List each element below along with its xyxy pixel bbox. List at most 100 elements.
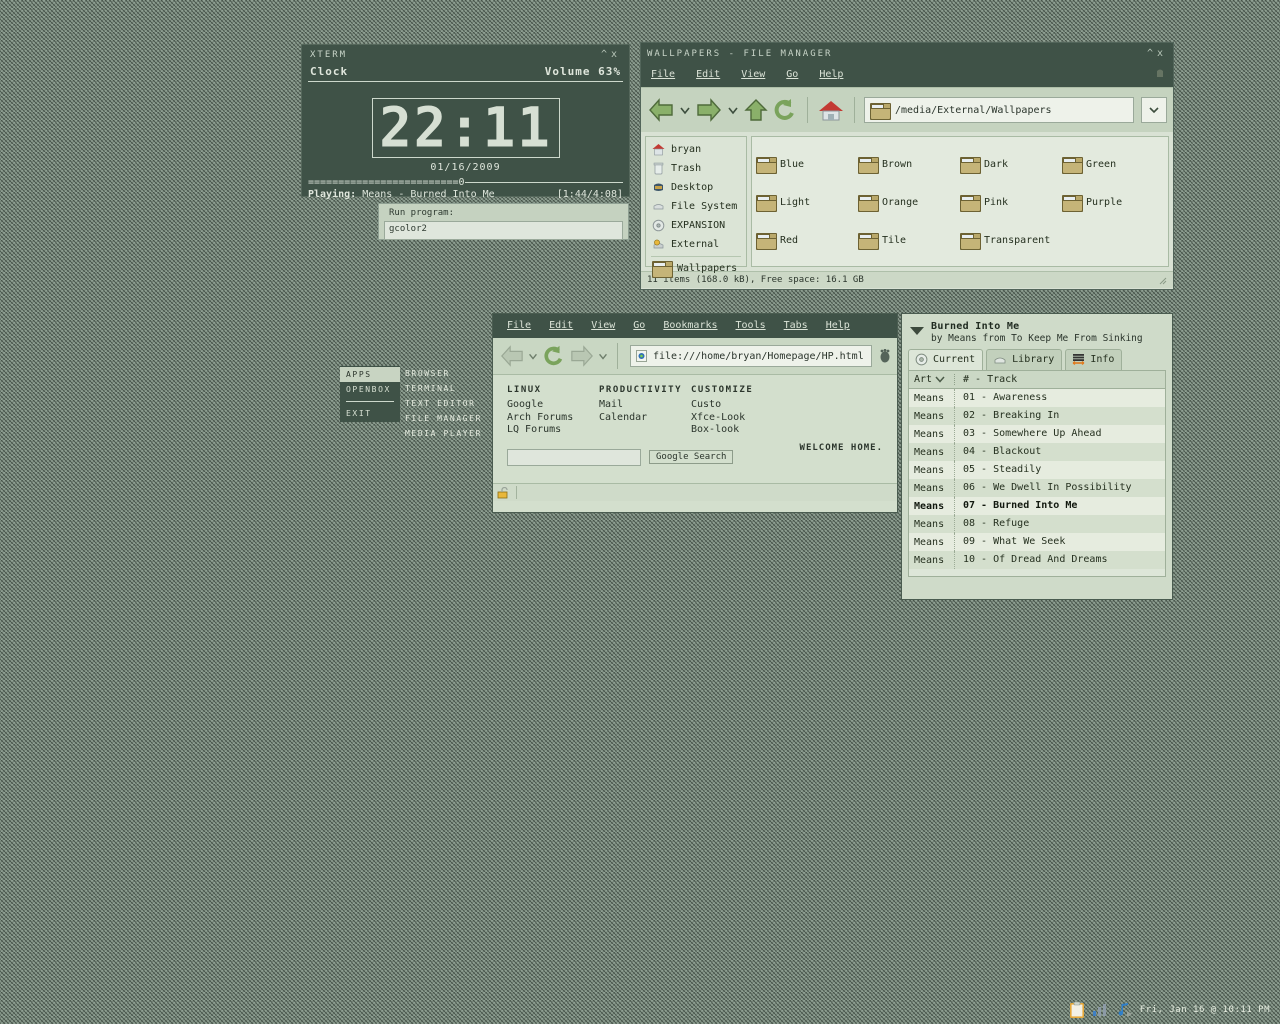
column-header-artist[interactable]: Art <box>909 374 954 385</box>
link-google[interactable]: Google <box>507 399 599 412</box>
folder-item[interactable]: Blue <box>756 145 858 183</box>
forward-button[interactable] <box>695 97 723 123</box>
menu-help[interactable]: Help <box>819 69 843 80</box>
menu-file[interactable]: File <box>651 69 675 80</box>
browser-toolbar[interactable]: file:///home/bryan/Homepage/HP.html <box>493 338 897 375</box>
table-row[interactable]: Means 02 - Breaking In <box>909 407 1165 425</box>
file-manager-menubar[interactable]: File Edit View Go Help <box>641 64 1173 87</box>
menu-item-exit[interactable]: EXIT <box>340 406 400 421</box>
chevron-down-icon[interactable] <box>935 376 945 383</box>
table-row[interactable]: Means 08 - Refuge <box>909 515 1165 533</box>
menu-edit[interactable]: Edit <box>696 69 720 80</box>
table-row[interactable]: Means 05 - Steadily <box>909 461 1165 479</box>
file-manager-titlebar[interactable]: WALLPAPERS - FILE MANAGER ^x <box>641 43 1173 64</box>
xterm-window-buttons[interactable]: ^x <box>601 49 621 60</box>
close-icon[interactable]: x <box>1157 48 1167 59</box>
table-row-current[interactable]: Means 07 - Burned Into Me <box>909 497 1165 515</box>
openbox-apps-submenu[interactable]: BROWSER TERMINAL TEXT EDITOR FILE MANAGE… <box>405 366 485 441</box>
minimize-icon[interactable]: ^ <box>1147 48 1157 59</box>
menu-item-file-manager[interactable]: FILE MANAGER <box>405 411 485 426</box>
minimize-icon[interactable]: ^ <box>601 49 611 60</box>
clipboard-icon[interactable] <box>1069 1001 1085 1019</box>
link-custo[interactable]: Custo <box>691 399 783 412</box>
menu-item-browser[interactable]: BROWSER <box>405 366 485 381</box>
collapse-triangle-icon[interactable] <box>910 327 924 335</box>
table-row[interactable]: Means 10 - Of Dread And Dreams <box>909 551 1165 569</box>
folder-grid[interactable]: Blue Brown Dark Green Light Orange Pink … <box>751 136 1169 267</box>
folder-item[interactable]: Tile <box>858 221 960 259</box>
menu-file[interactable]: File <box>507 320 531 331</box>
track-list-header[interactable]: Art # - Track <box>909 371 1165 389</box>
home-button[interactable] <box>817 97 845 123</box>
run-program-dialog[interactable]: Run program: gcolor2 <box>378 203 629 240</box>
system-tray[interactable]: Fri, Jan 16 @ 10:11 PM <box>1047 995 1280 1024</box>
music-note-icon[interactable] <box>1115 1002 1133 1018</box>
openbox-root-menu[interactable]: APPS OPENBOX EXIT <box>340 366 400 422</box>
tab-current[interactable]: Current <box>908 349 984 370</box>
menu-item-media-player[interactable]: MEDIA PLAYER <box>405 426 485 441</box>
sidebar-item-bryan[interactable]: bryan <box>646 140 746 159</box>
unlocked-padlock-icon[interactable] <box>497 486 510 499</box>
folder-item[interactable]: Red <box>756 221 858 259</box>
folder-item[interactable]: Orange <box>858 183 960 221</box>
menu-item-text-editor[interactable]: TEXT EDITOR <box>405 396 485 411</box>
close-icon[interactable]: x <box>611 49 621 60</box>
back-button[interactable] <box>647 97 675 123</box>
openbox-root-items[interactable]: APPS OPENBOX EXIT <box>340 366 400 422</box>
run-command-input[interactable]: gcolor2 <box>384 221 623 240</box>
menu-bookmarks[interactable]: Bookmarks <box>663 320 717 331</box>
link-mail[interactable]: Mail <box>599 399 691 412</box>
path-input[interactable]: /media/External/Wallpapers <box>864 97 1134 123</box>
menu-view[interactable]: View <box>741 69 765 80</box>
tray-clock[interactable]: Fri, Jan 16 @ 10:11 PM <box>1140 1005 1270 1015</box>
file-manager-toolbar[interactable]: /media/External/Wallpapers <box>641 87 1173 132</box>
browser-logo-icon[interactable] <box>879 349 891 363</box>
folder-item[interactable]: Transparent <box>960 221 1062 259</box>
folder-item[interactable]: Pink <box>960 183 1062 221</box>
link-lq-forums[interactable]: LQ Forums <box>507 424 599 437</box>
menu-tabs[interactable]: Tabs <box>784 320 808 331</box>
playback-progress[interactable]: =========================0 <box>308 177 623 188</box>
link-xfce-look[interactable]: Xfce-Look <box>691 412 783 425</box>
column-header-track[interactable]: # - Track <box>954 374 1165 385</box>
reload-button[interactable] <box>541 344 567 368</box>
link-calendar[interactable]: Calendar <box>599 412 691 425</box>
address-bar[interactable]: file:///home/bryan/Homepage/HP.html <box>630 345 872 367</box>
resize-grip[interactable] <box>1157 275 1167 285</box>
xterm-window[interactable]: XTERM ^x Clock Volume 63% 22:11 01/16/20… <box>301 44 630 200</box>
path-dropdown-button[interactable] <box>1141 97 1167 123</box>
menu-item-terminal[interactable]: TERMINAL <box>405 381 485 396</box>
sidebar-item-file-system[interactable]: File System <box>646 197 746 216</box>
google-search-button[interactable]: Google Search <box>649 450 734 464</box>
table-row[interactable]: Means 01 - Awareness <box>909 389 1165 407</box>
menu-item-openbox[interactable]: OPENBOX <box>340 382 400 397</box>
search-input[interactable] <box>507 448 641 466</box>
places-sidebar[interactable]: bryan Trash Desktop File System EXPANSIO… <box>645 136 747 278</box>
menu-go[interactable]: Go <box>786 69 798 80</box>
tab-info[interactable]: Info <box>1065 349 1123 370</box>
folder-item[interactable]: Brown <box>858 145 960 183</box>
folder-item[interactable]: Purple <box>1062 183 1164 221</box>
forward-history-chevron-down-icon[interactable] <box>597 344 609 368</box>
table-row[interactable]: Means 09 - What We Seek <box>909 533 1165 551</box>
signal-icon[interactable] <box>1092 1003 1108 1017</box>
reload-button[interactable] <box>772 97 798 123</box>
table-row[interactable]: Means 06 - We Dwell In Possibility <box>909 479 1165 497</box>
menu-help[interactable]: Help <box>826 320 850 331</box>
browser-menubar[interactable]: File Edit View Go Bookmarks Tools Tabs H… <box>493 314 897 338</box>
table-row[interactable]: Means 03 - Somewhere Up Ahead <box>909 425 1165 443</box>
table-row[interactable]: Means 04 - Blackout <box>909 443 1165 461</box>
tab-library[interactable]: Library <box>986 349 1063 370</box>
media-player-tabs[interactable]: Current Library Info <box>902 349 1172 370</box>
link-arch-forums[interactable]: Arch Forums <box>507 412 599 425</box>
menu-item-apps[interactable]: APPS <box>340 367 400 382</box>
browser-window[interactable]: File Edit View Go Bookmarks Tools Tabs H… <box>492 313 898 513</box>
menu-go[interactable]: Go <box>633 320 645 331</box>
file-manager-window-buttons[interactable]: ^x <box>1147 48 1167 59</box>
media-player-window[interactable]: Burned Into Me by Means from To Keep Me … <box>901 313 1173 600</box>
track-list[interactable]: Art # - Track Means 01 - Awareness Means 0… <box>908 370 1166 577</box>
forward-history-chevron-down-icon[interactable] <box>726 97 740 123</box>
back-history-chevron-down-icon[interactable] <box>678 97 692 123</box>
sidebar-item-external[interactable]: External <box>646 235 746 254</box>
link-box-look[interactable]: Box-look <box>691 424 783 437</box>
